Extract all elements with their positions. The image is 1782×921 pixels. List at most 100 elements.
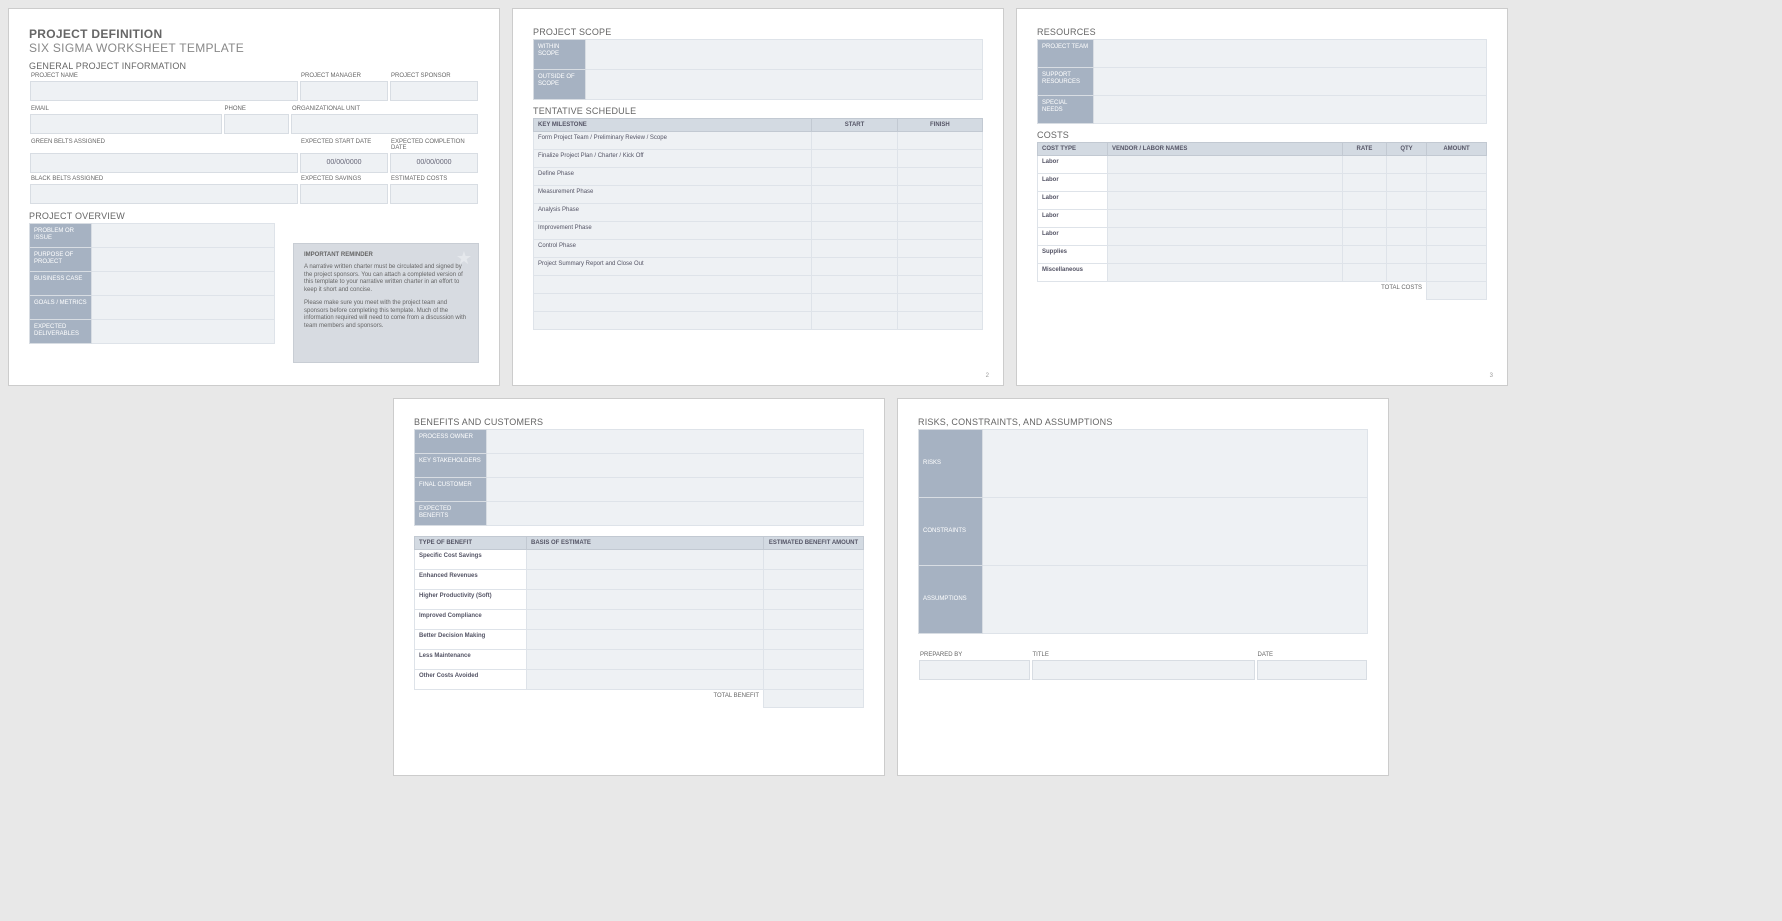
start-cell[interactable] [812,168,897,186]
milestone-cell[interactable]: Improvement Phase [534,222,812,240]
milestone-cell[interactable]: Project Summary Report and Close Out [534,258,812,276]
benefit-amount-cell[interactable] [764,590,864,610]
rate-cell[interactable] [1343,192,1387,210]
basis-cell[interactable] [527,650,764,670]
milestone-cell[interactable]: Form Project Team / Preliminary Review /… [534,132,812,150]
vendor-cell[interactable] [1108,210,1343,228]
vendor-cell[interactable] [1108,228,1343,246]
input-phone[interactable] [224,114,290,134]
benefit-amount-cell[interactable] [764,610,864,630]
input-constraints[interactable] [983,498,1368,566]
finish-cell[interactable] [897,204,982,222]
start-cell[interactable] [812,258,897,276]
finish-cell[interactable] [897,258,982,276]
finish-cell[interactable] [897,240,982,258]
start-cell[interactable] [812,240,897,258]
start-cell[interactable] [812,204,897,222]
input-support-resources[interactable] [1094,68,1487,96]
qty-cell[interactable] [1387,228,1427,246]
rate-cell[interactable] [1343,210,1387,228]
finish-cell[interactable] [897,312,982,330]
milestone-cell[interactable] [534,294,812,312]
input-expected-benefits[interactable] [487,502,864,526]
qty-cell[interactable] [1387,264,1427,282]
qty-cell[interactable] [1387,210,1427,228]
input-completion-date[interactable]: 00/00/0000 [390,153,478,173]
qty-cell[interactable] [1387,174,1427,192]
input-final-customer[interactable] [487,478,864,502]
milestone-cell[interactable] [534,276,812,294]
input-project-manager[interactable] [300,81,388,101]
amount-cell[interactable] [1427,264,1487,282]
basis-cell[interactable] [527,590,764,610]
input-expected-savings[interactable] [300,184,388,204]
basis-cell[interactable] [527,570,764,590]
finish-cell[interactable] [897,132,982,150]
milestone-cell[interactable]: Control Phase [534,240,812,258]
benefit-amount-cell[interactable] [764,570,864,590]
input-start-date[interactable]: 00/00/0000 [300,153,388,173]
input-goals[interactable] [92,296,275,320]
qty-cell[interactable] [1387,156,1427,174]
amount-cell[interactable] [1427,174,1487,192]
input-total-costs[interactable] [1427,282,1487,300]
input-title[interactable] [1032,660,1255,680]
rate-cell[interactable] [1343,156,1387,174]
rate-cell[interactable] [1343,174,1387,192]
benefit-amount-cell[interactable] [764,650,864,670]
finish-cell[interactable] [897,276,982,294]
input-total-benefit[interactable] [764,690,864,708]
milestone-cell[interactable] [534,312,812,330]
amount-cell[interactable] [1427,246,1487,264]
milestone-cell[interactable]: Define Phase [534,168,812,186]
finish-cell[interactable] [897,168,982,186]
milestone-cell[interactable]: Measurement Phase [534,186,812,204]
input-risks[interactable] [983,430,1368,498]
start-cell[interactable] [812,132,897,150]
input-date[interactable] [1257,660,1368,680]
vendor-cell[interactable] [1108,174,1343,192]
amount-cell[interactable] [1427,192,1487,210]
qty-cell[interactable] [1387,246,1427,264]
benefit-amount-cell[interactable] [764,630,864,650]
basis-cell[interactable] [527,630,764,650]
input-special-needs[interactable] [1094,96,1487,124]
rate-cell[interactable] [1343,246,1387,264]
input-project-team[interactable] [1094,40,1487,68]
input-assumptions[interactable] [983,566,1368,634]
input-problem[interactable] [92,224,275,248]
vendor-cell[interactable] [1108,192,1343,210]
rate-cell[interactable] [1343,264,1387,282]
amount-cell[interactable] [1427,210,1487,228]
qty-cell[interactable] [1387,192,1427,210]
amount-cell[interactable] [1427,228,1487,246]
input-key-stakeholders[interactable] [487,454,864,478]
start-cell[interactable] [812,294,897,312]
input-org-unit[interactable] [291,114,478,134]
rate-cell[interactable] [1343,228,1387,246]
input-email[interactable] [30,114,222,134]
input-estimated-costs[interactable] [390,184,478,204]
basis-cell[interactable] [527,550,764,570]
finish-cell[interactable] [897,186,982,204]
input-business-case[interactable] [92,272,275,296]
input-process-owner[interactable] [487,430,864,454]
amount-cell[interactable] [1427,156,1487,174]
input-purpose[interactable] [92,248,275,272]
finish-cell[interactable] [897,150,982,168]
input-green-belts[interactable] [30,153,298,173]
start-cell[interactable] [812,312,897,330]
finish-cell[interactable] [897,222,982,240]
input-deliverables[interactable] [92,320,275,344]
milestone-cell[interactable]: Finalize Project Plan / Charter / Kick O… [534,150,812,168]
start-cell[interactable] [812,150,897,168]
input-prepared-by[interactable] [919,660,1030,680]
input-black-belts[interactable] [30,184,298,204]
start-cell[interactable] [812,222,897,240]
vendor-cell[interactable] [1108,264,1343,282]
input-project-sponsor[interactable] [390,81,478,101]
benefit-amount-cell[interactable] [764,670,864,690]
input-project-name[interactable] [30,81,298,101]
finish-cell[interactable] [897,294,982,312]
vendor-cell[interactable] [1108,156,1343,174]
